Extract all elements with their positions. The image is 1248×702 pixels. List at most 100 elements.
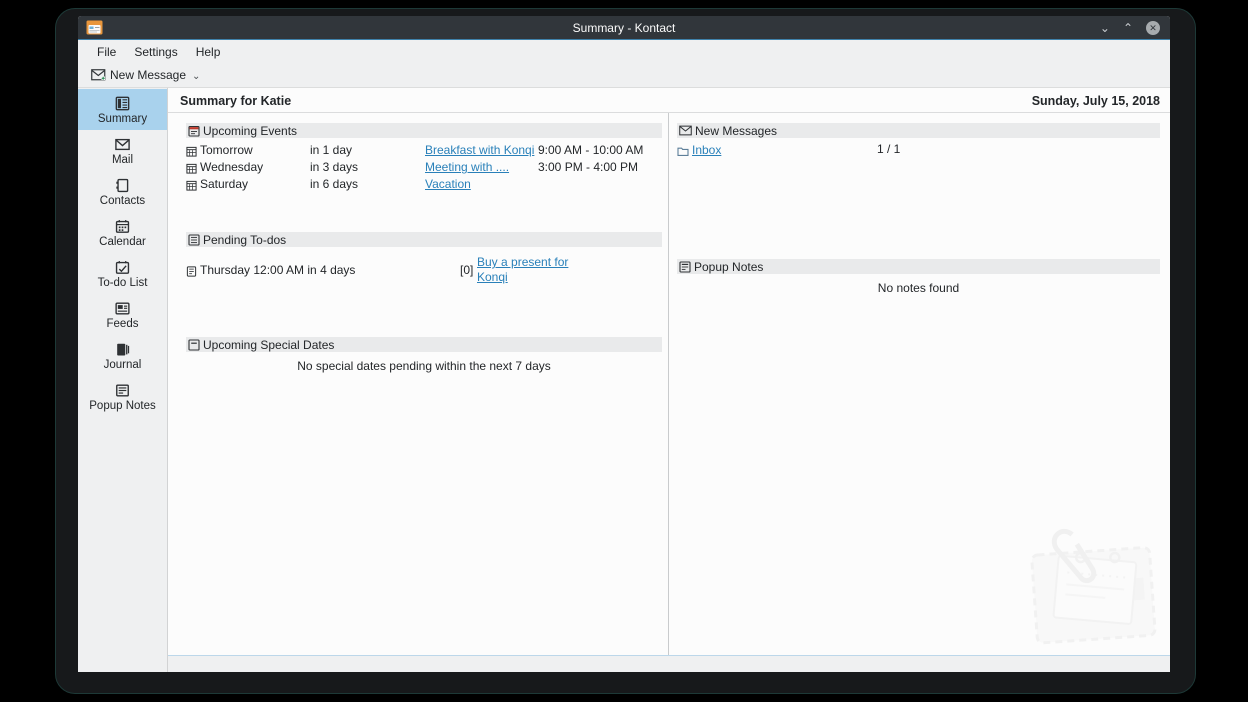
- upcoming-events-header: Upcoming Events: [186, 123, 662, 138]
- note-icon: [114, 382, 131, 399]
- sidebar-item-label: Contacts: [100, 195, 145, 207]
- kontact-window: Summary - Kontact ⌄ ⌃ ✕ File Settings He…: [78, 16, 1170, 672]
- main-area: Summary Mail Contacts: [78, 88, 1170, 672]
- section-title: New Messages: [695, 124, 777, 138]
- sidebar-item-label: Calendar: [99, 236, 146, 248]
- summary-view: Summary for Katie Sunday, July 15, 2018: [168, 88, 1170, 672]
- popup-notes-section: Popup Notes No notes found: [677, 259, 1160, 295]
- new-messages-section: New Messages Inbox 1 / 1: [677, 123, 1160, 159]
- shade-button[interactable]: ⌄: [1100, 22, 1110, 34]
- pending-todos-section: Pending To-dos Thursday 12:00 AM in 4 da…: [186, 232, 662, 285]
- special-dates-header: Upcoming Special Dates: [186, 337, 662, 352]
- sidebar-item-feeds[interactable]: Feeds: [78, 294, 167, 335]
- kontact-logo-watermark: [1026, 519, 1164, 647]
- right-column: New Messages Inbox 1 / 1: [669, 113, 1170, 655]
- page-title: Summary for Katie: [180, 94, 291, 108]
- sidebar-item-label: Popup Notes: [89, 400, 156, 412]
- sidebar-item-label: Journal: [104, 359, 142, 371]
- window-controls: ⌄ ⌃ ✕: [1100, 16, 1160, 40]
- folder-icon: [677, 146, 689, 157]
- sidebar-item-summary[interactable]: Summary: [78, 89, 167, 130]
- menu-settings[interactable]: Settings: [125, 43, 186, 61]
- envelope-plus-icon: [91, 69, 106, 81]
- message-folder-row: Inbox: [677, 142, 877, 159]
- event-row-relative: in 6 days: [310, 176, 425, 193]
- pending-todos-header: Pending To-dos: [186, 232, 662, 247]
- message-count: 1 / 1: [877, 142, 1160, 159]
- new-messages-header: New Messages: [677, 123, 1160, 138]
- left-column: Upcoming Events Tomorrow in 1 day Breakf…: [168, 113, 669, 655]
- chevron-down-icon[interactable]: ⌄: [192, 71, 200, 82]
- section-title: Pending To-dos: [203, 233, 286, 247]
- sidebar-item-calendar[interactable]: Calendar: [78, 212, 167, 253]
- list-icon: [188, 234, 200, 246]
- journal-icon: [114, 341, 131, 358]
- kontact-app-icon: [86, 20, 103, 35]
- todo-row-when: Thursday 12:00 AM in 4 days: [186, 263, 460, 277]
- new-message-label: New Message: [110, 68, 186, 82]
- event-row-day: Tomorrow: [186, 142, 310, 159]
- envelope-icon: [679, 125, 692, 136]
- calendar-date-icon: [188, 125, 200, 137]
- sidebar-item-mail[interactable]: Mail: [78, 130, 167, 171]
- event-row-time: 3:00 PM - 4:00 PM: [538, 159, 662, 176]
- feed-icon: [114, 300, 131, 317]
- new-message-button[interactable]: New Message ⌄: [87, 66, 204, 84]
- menu-help[interactable]: Help: [187, 43, 230, 61]
- note-icon: [679, 261, 691, 273]
- sidebar-item-contacts[interactable]: Contacts: [78, 171, 167, 212]
- event-link[interactable]: Vacation: [425, 176, 471, 193]
- pending-todos-list: Thursday 12:00 AM in 4 days [0] Buy a pr…: [186, 255, 662, 285]
- event-row-relative: in 3 days: [310, 159, 425, 176]
- todo-link[interactable]: Buy a present for Konqi: [477, 255, 568, 284]
- sidebar-item-journal[interactable]: Journal: [78, 335, 167, 376]
- popup-notes-header: Popup Notes: [677, 259, 1160, 274]
- event-row-day: Wednesday: [186, 159, 310, 176]
- calendar-icon: [186, 180, 197, 191]
- maximize-button[interactable]: ⌃: [1123, 22, 1133, 34]
- section-title: Upcoming Events: [203, 124, 297, 138]
- event-row-relative: in 1 day: [310, 142, 425, 159]
- sidebar-item-popup-notes[interactable]: Popup Notes: [78, 376, 167, 417]
- summary-header: Summary for Katie Sunday, July 15, 2018: [168, 88, 1170, 113]
- section-title: Popup Notes: [694, 260, 763, 274]
- sidebar: Summary Mail Contacts: [78, 88, 168, 672]
- menubar: File Settings Help: [78, 40, 1170, 63]
- calendar-minus-icon: [188, 339, 200, 351]
- calendar-icon: [114, 218, 131, 235]
- popup-notes-empty: No notes found: [677, 281, 1160, 295]
- event-link[interactable]: Meeting with ....: [425, 159, 509, 176]
- calendar-icon: [186, 146, 197, 157]
- event-row-day: Saturday: [186, 176, 310, 193]
- task-check-icon: [114, 259, 131, 276]
- sidebar-item-label: To-do List: [98, 277, 148, 289]
- journal-page-icon: [186, 266, 197, 277]
- inbox-link[interactable]: Inbox: [692, 142, 721, 159]
- newspaper-icon: [114, 95, 131, 112]
- menu-file[interactable]: File: [88, 43, 125, 61]
- event-link[interactable]: Breakfast with Konqi: [425, 142, 534, 159]
- event-row-time: [538, 176, 662, 193]
- special-dates-empty: No special dates pending within the next…: [186, 359, 662, 373]
- sidebar-item-label: Feeds: [107, 318, 139, 330]
- current-date: Sunday, July 15, 2018: [1032, 94, 1160, 108]
- summary-columns: Upcoming Events Tomorrow in 1 day Breakf…: [168, 113, 1170, 655]
- titlebar[interactable]: Summary - Kontact ⌄ ⌃ ✕: [78, 16, 1170, 40]
- status-strip: [168, 655, 1170, 672]
- sidebar-item-label: Mail: [112, 154, 133, 166]
- upcoming-events-list: Tomorrow in 1 day Breakfast with Konqi 9…: [186, 142, 662, 193]
- sidebar-item-todo-list[interactable]: To-do List: [78, 253, 167, 294]
- close-button[interactable]: ✕: [1146, 21, 1160, 35]
- address-book-icon: [114, 177, 131, 194]
- section-title: Upcoming Special Dates: [203, 338, 334, 352]
- todo-row-priority: [0]: [460, 263, 477, 277]
- event-row-time: 9:00 AM - 10:00 AM: [538, 142, 662, 159]
- upcoming-events-section: Upcoming Events Tomorrow in 1 day Breakf…: [186, 123, 662, 193]
- window-title: Summary - Kontact: [573, 21, 676, 35]
- special-dates-section: Upcoming Special Dates No special dates …: [186, 337, 662, 373]
- envelope-icon: [114, 136, 131, 153]
- sidebar-item-label: Summary: [98, 113, 147, 125]
- new-messages-list: Inbox 1 / 1: [677, 142, 1160, 159]
- calendar-icon: [186, 163, 197, 174]
- toolbar: New Message ⌄: [78, 63, 1170, 88]
